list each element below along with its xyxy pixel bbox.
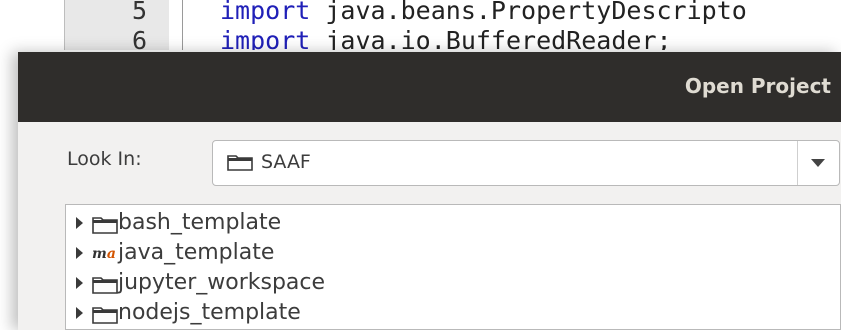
line-number: 6 <box>131 26 147 50</box>
expand-arrow-icon[interactable] <box>76 307 83 319</box>
tree-item[interactable]: jupyter_workspace <box>66 269 826 299</box>
gutter-separator <box>182 0 183 50</box>
code-line[interactable]: import java.io.BufferedReader; <box>220 26 672 50</box>
look-in-label: Look In: <box>67 148 142 170</box>
project-tree[interactable]: bash_template ma java_template jupyter_w… <box>65 204 841 330</box>
code-keyword: import <box>220 26 311 50</box>
maven-project-icon: ma <box>92 246 116 262</box>
line-number-gutter: 5 6 <box>64 0 169 50</box>
code-editor: 5 6 import java.beans.PropertyDescripto … <box>0 0 841 50</box>
dropdown-divider <box>797 141 798 185</box>
look-in-dropdown[interactable]: SAAF <box>212 140 840 186</box>
tree-item-label: bash_template <box>118 210 282 235</box>
tree-item-label: java_template <box>118 240 275 265</box>
tree-item-label: jupyter_workspace <box>118 270 326 295</box>
expand-arrow-icon[interactable] <box>76 247 83 259</box>
line-number: 5 <box>131 0 147 25</box>
code-line[interactable]: import java.beans.PropertyDescripto <box>220 0 747 26</box>
folder-icon <box>92 274 118 298</box>
dialog-titlebar[interactable]: Open Project <box>18 52 841 122</box>
code-keyword: import <box>220 0 311 25</box>
tree-item[interactable]: nodejs_template <box>66 299 826 329</box>
expand-arrow-icon[interactable] <box>76 277 83 289</box>
tree-item-label: nodejs_template <box>118 300 301 325</box>
code-text: java.beans.PropertyDescripto <box>310 0 747 25</box>
look-in-value: SAAF <box>261 151 311 173</box>
folder-icon <box>92 214 118 238</box>
code-text: java.io.BufferedReader; <box>310 26 672 50</box>
tree-item[interactable]: bash_template <box>66 209 826 239</box>
tree-item[interactable]: ma java_template <box>66 239 826 269</box>
folder-icon <box>92 304 118 328</box>
expand-arrow-icon[interactable] <box>76 217 83 229</box>
open-project-dialog: Open Project Look In: SAAF bash_template <box>18 52 841 330</box>
folder-icon <box>227 153 253 175</box>
chevron-down-icon[interactable] <box>811 159 825 167</box>
dialog-title: Open Project <box>684 74 831 98</box>
